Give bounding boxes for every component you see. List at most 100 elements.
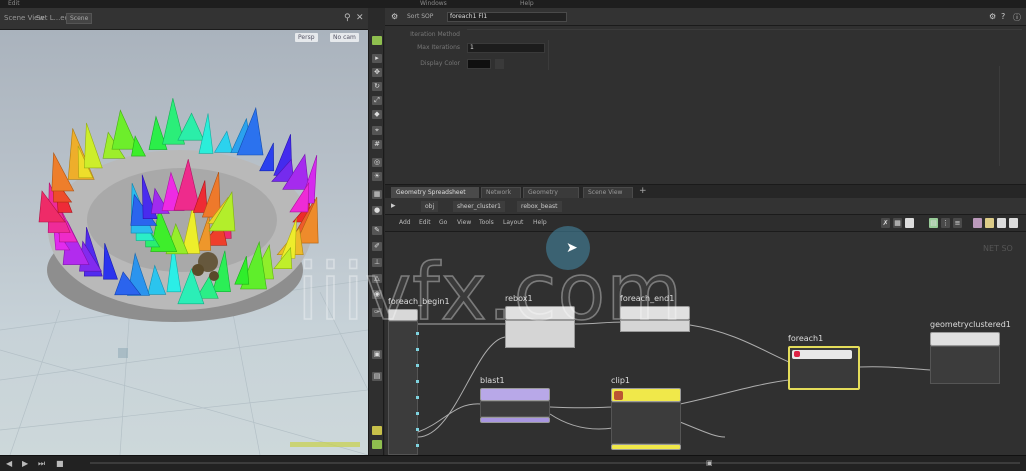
output-port[interactable] <box>416 444 419 447</box>
light-icon[interactable]: ☀ <box>372 172 382 181</box>
paint-icon[interactable]: ✐ <box>372 242 382 251</box>
wire <box>549 406 614 409</box>
select-tool-icon[interactable]: ▸ <box>372 54 382 63</box>
menu-help[interactable]: Help <box>533 219 547 226</box>
node-header[interactable] <box>620 306 690 320</box>
param-row: Max Iterations 1 <box>385 42 1026 54</box>
param-row: Iteration Method <box>385 29 1026 41</box>
close-icon[interactable]: ✕ <box>356 13 364 23</box>
path-rebox[interactable]: rebox_beast <box>517 201 562 212</box>
output-port[interactable] <box>416 396 419 399</box>
flag-icon[interactable] <box>997 218 1006 228</box>
display-toggle-icon[interactable] <box>372 36 382 45</box>
move-tool-icon[interactable]: ✥ <box>372 68 382 77</box>
highlight-icon[interactable] <box>372 426 382 435</box>
wire-icon[interactable]: ▦ <box>372 190 382 199</box>
color-picker-button[interactable] <box>495 59 504 69</box>
menu-go[interactable]: Go <box>439 219 447 226</box>
tab-geometry-spreadsheet[interactable]: Geometry Spreadsheet <box>391 187 479 198</box>
node-name-field[interactable]: foreach1 Fl1 <box>447 12 567 22</box>
node-header[interactable] <box>480 388 550 401</box>
frame-marker-icon[interactable]: ▣ <box>706 459 713 469</box>
display-tag[interactable]: No cam <box>330 33 359 42</box>
output-port[interactable] <box>416 412 419 415</box>
max-iterations-field[interactable]: 1 <box>467 43 545 53</box>
play-back-icon[interactable]: ◀ <box>6 459 12 469</box>
node-header[interactable] <box>388 309 418 321</box>
tab-geometry-wrangle[interactable]: Geometry Wrangle <box>523 187 579 206</box>
node-header <box>792 350 852 359</box>
spike <box>177 112 205 141</box>
grid-icon[interactable]: # <box>372 140 382 149</box>
menu-help[interactable]: Help <box>520 0 534 7</box>
snap-icon[interactable]: ⌖ <box>372 126 382 135</box>
network-menu-bar: Add Edit Go View Tools Layout Help ✗ ▦ ▤… <box>385 215 1026 232</box>
menu-tools[interactable]: Tools <box>479 219 494 226</box>
timeline[interactable] <box>90 462 1020 464</box>
shade-icon[interactable]: ● <box>372 206 382 215</box>
rotate-tool-icon[interactable]: ↻ <box>372 82 382 91</box>
pin-icon[interactable]: ⚲ <box>344 13 351 23</box>
param-label: Max Iterations <box>417 44 460 51</box>
help-icon[interactable]: ? <box>1001 12 1005 21</box>
node-header[interactable] <box>930 332 1000 346</box>
tab-network[interactable]: Network <box>481 187 521 198</box>
edit-icon[interactable]: ✑ <box>372 308 382 317</box>
list-icon[interactable]: ≡ <box>953 218 962 228</box>
shape-palette-icon[interactable] <box>985 218 994 228</box>
scene-viewport[interactable]: Persp No cam <box>0 30 368 455</box>
settings-icon[interactable]: ⚙ <box>989 12 996 21</box>
color-palette-icon[interactable] <box>973 218 982 228</box>
menu-layout[interactable]: Layout <box>503 219 523 226</box>
path-obj[interactable]: obj <box>421 201 439 212</box>
viewport-scene-button[interactable]: Scene <box>66 13 93 24</box>
output-port[interactable] <box>416 364 419 367</box>
info-icon[interactable]: ⓘ <box>1013 12 1021 23</box>
status-icon[interactable] <box>372 440 382 449</box>
separator <box>999 66 1000 166</box>
output-port[interactable] <box>416 380 419 383</box>
tab-scene-view[interactable]: Scene View <box>583 187 633 198</box>
view-icon[interactable]: ▣ <box>372 350 382 359</box>
output-port[interactable] <box>416 428 419 431</box>
menu-edit[interactable]: Edit <box>8 0 20 7</box>
path-cluster[interactable]: sheer_cluster1 <box>453 201 506 212</box>
back-icon[interactable]: ▸ <box>391 201 396 211</box>
grid-snap-icon[interactable]: ▦ <box>893 218 902 228</box>
output-port[interactable] <box>416 348 419 351</box>
wrench-icon[interactable]: ✗ <box>881 218 890 228</box>
node-header[interactable] <box>611 388 681 402</box>
skip-icon[interactable]: ⏭ <box>38 459 45 469</box>
node-title: geometryclustered1 <box>930 320 1011 329</box>
network-path-bar: ▸ obj sheer_cluster1 rebox_beast <box>385 198 1026 215</box>
menu-add[interactable]: Add <box>399 219 411 226</box>
menu-windows[interactable]: Windows <box>420 0 447 7</box>
spike <box>214 130 233 153</box>
color-swatch[interactable] <box>467 59 491 69</box>
network-box-icon[interactable] <box>1009 218 1018 228</box>
menu-edit[interactable]: Edit <box>419 219 431 226</box>
menu-view[interactable]: View <box>457 219 471 226</box>
measure-icon[interactable]: ⊥ <box>372 258 382 267</box>
origin-marker <box>118 348 128 358</box>
peak-icon[interactable]: △ <box>372 274 382 283</box>
add-tab-icon[interactable]: + <box>639 186 647 196</box>
camera-tag[interactable]: Persp <box>295 33 318 42</box>
sculpt-icon[interactable]: ◉ <box>372 290 382 299</box>
network-editor[interactable]: foreach_begin1 rebox1 foreach_end1 forea… <box>385 232 1026 455</box>
camera-icon[interactable]: ◎ <box>372 158 382 167</box>
output-port[interactable] <box>416 332 419 335</box>
play-icon[interactable]: ▶ <box>22 459 28 469</box>
wire <box>679 421 726 438</box>
lock-icon[interactable]: ▤ <box>372 372 382 381</box>
scale-tool-icon[interactable]: ⤢ <box>372 96 382 105</box>
node-frame[interactable] <box>788 346 860 390</box>
layout-icon[interactable]: ▤ <box>929 218 938 228</box>
sticky-note-icon[interactable] <box>905 218 914 228</box>
stop-icon[interactable]: ■ <box>56 459 64 469</box>
brush-icon[interactable]: ✎ <box>372 226 382 235</box>
title-strip: Edit Windows Help <box>0 0 1026 8</box>
handle-tool-icon[interactable]: ◆ <box>372 110 382 119</box>
tree-icon[interactable]: ⋮ <box>941 218 950 228</box>
node-header[interactable] <box>505 306 575 320</box>
